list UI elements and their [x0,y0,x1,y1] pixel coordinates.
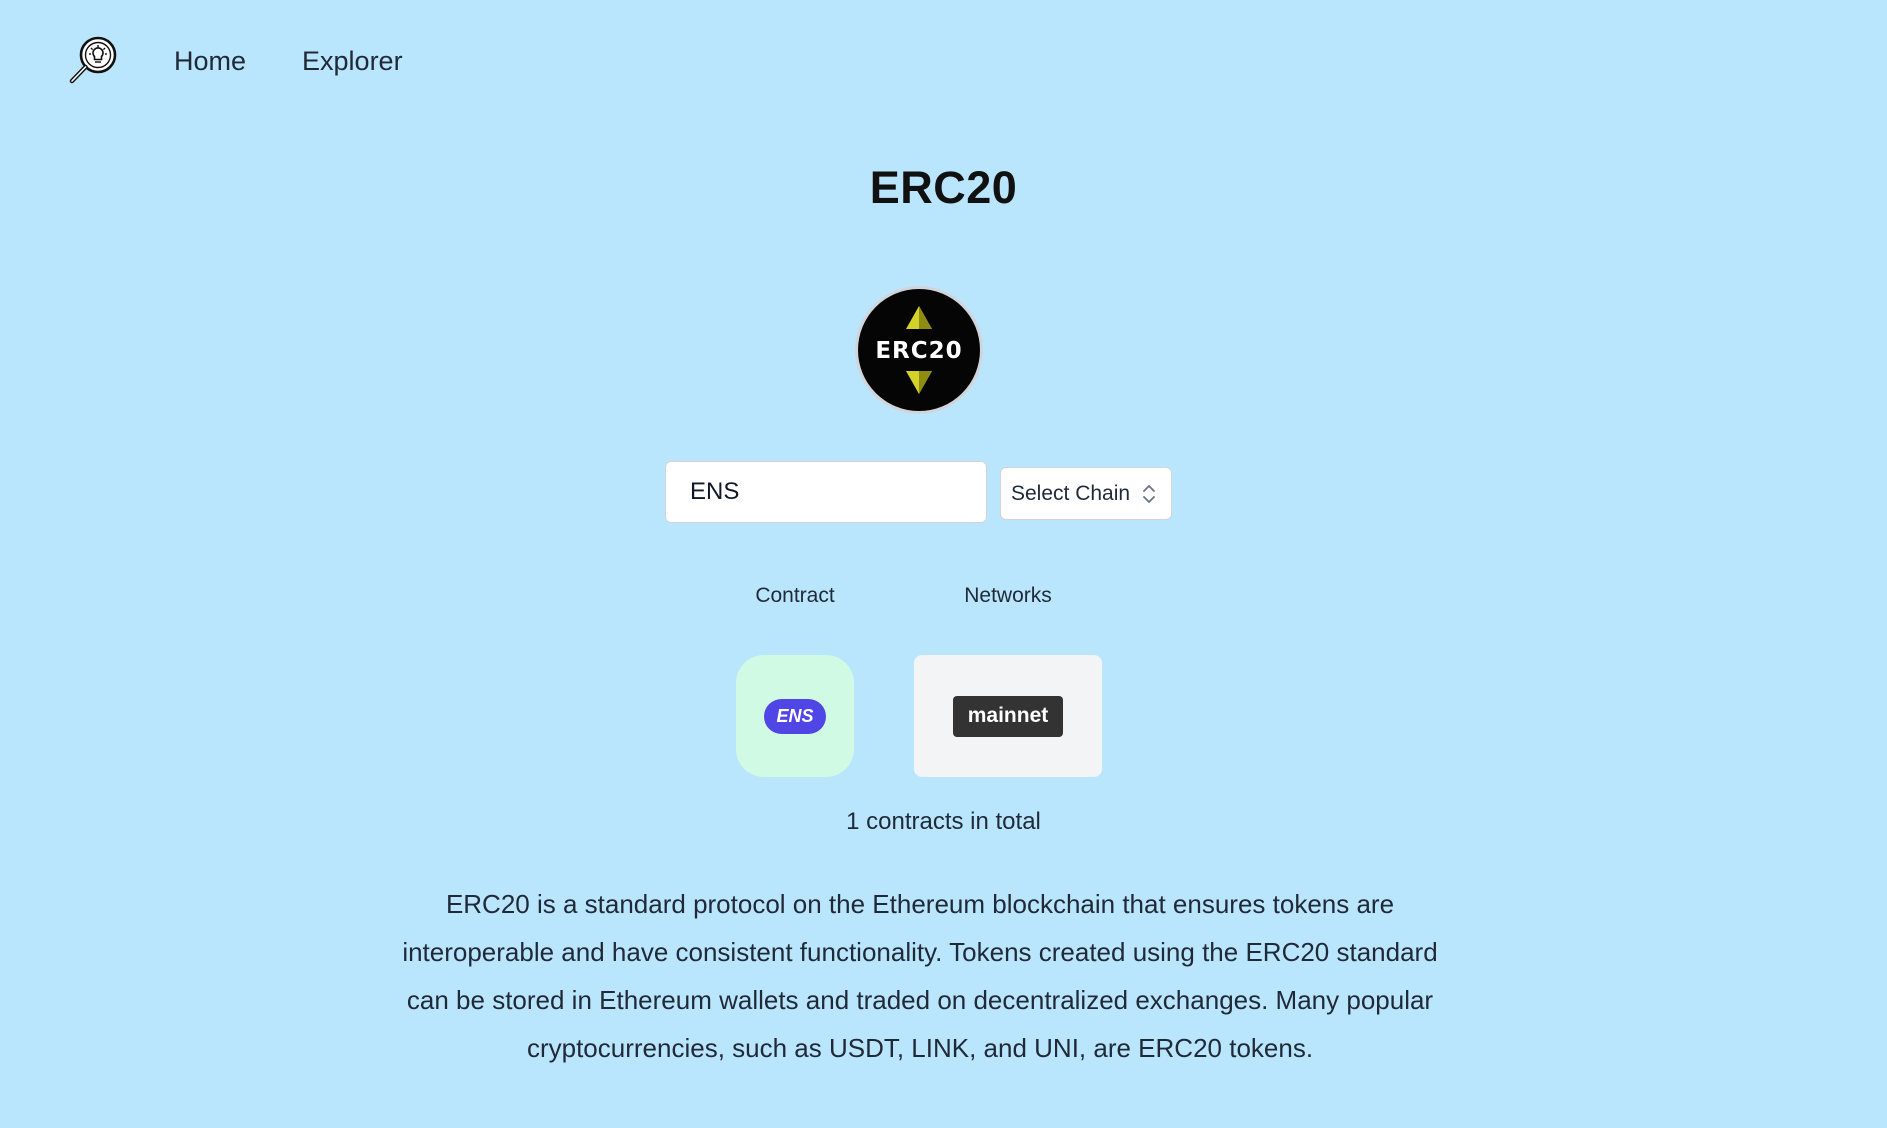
nav-explorer-link[interactable]: Explorer [302,46,403,77]
lightbulb-magnifier-logo-icon[interactable] [66,33,122,89]
erc20-token-badge-icon: ERC20 [858,289,980,411]
contracts-total-count: 1 contracts in total [846,808,1041,835]
select-chain-label: Select Chain [1011,481,1131,505]
contract-card: ENS [736,655,854,777]
contract-ens-tag[interactable]: ENS [764,698,826,734]
page-title: ERC20 [869,162,1018,213]
contract-column-header: Contract [755,584,835,607]
erc20-badge: ERC20 [855,286,983,414]
top-nav: Home Explorer [66,30,403,92]
network-mainnet-tag[interactable]: mainnet [952,695,1064,737]
chevron-up-down-icon [1143,484,1155,503]
networks-card: mainnet [914,655,1102,777]
select-chain-dropdown[interactable]: Select Chain [1000,467,1172,520]
badge-text: ERC20 [875,338,962,364]
erc20-description: ERC20 is a standard protocol on the Ethe… [402,889,1438,1063]
page: Home Explorer ERC20 ERC20 Select Chain C… [0,0,1887,1128]
networks-column-header: Networks [964,584,1052,607]
nav-home-link[interactable]: Home [174,46,246,77]
contract-search-input[interactable] [665,461,987,523]
